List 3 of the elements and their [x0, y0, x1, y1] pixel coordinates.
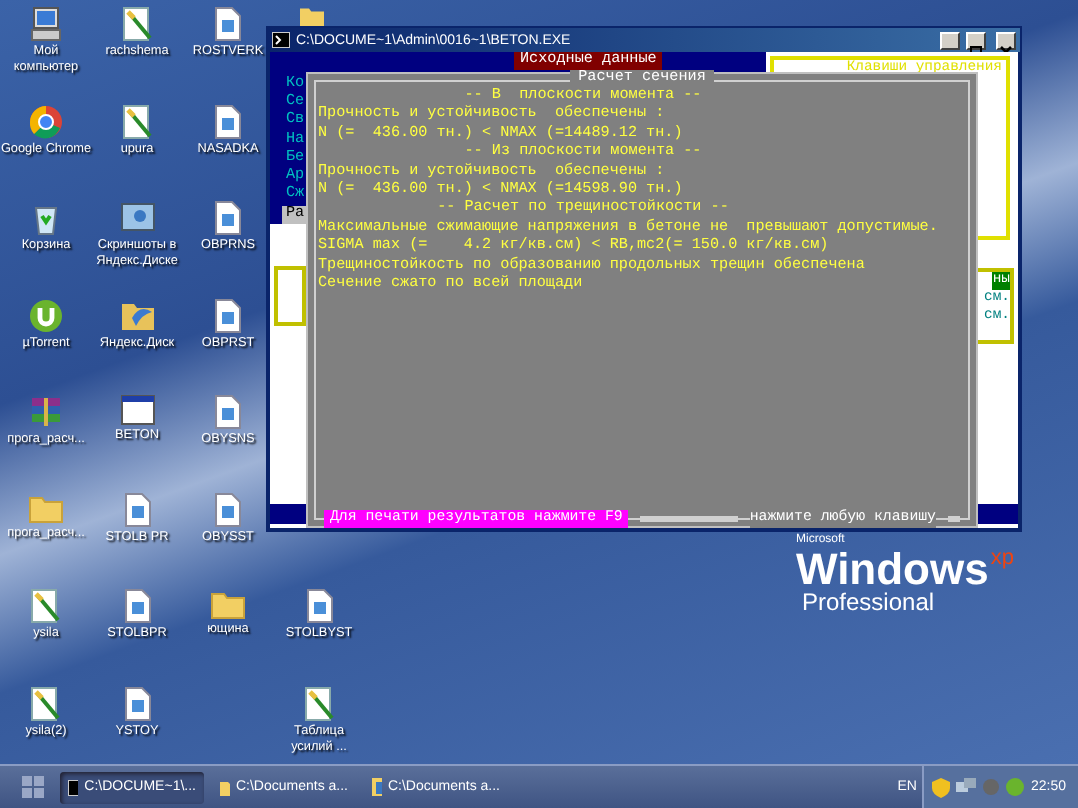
logo-text: Windows — [796, 548, 989, 590]
logo-text: xp — [990, 548, 1014, 570]
logo-text: Professional — [802, 590, 935, 616]
